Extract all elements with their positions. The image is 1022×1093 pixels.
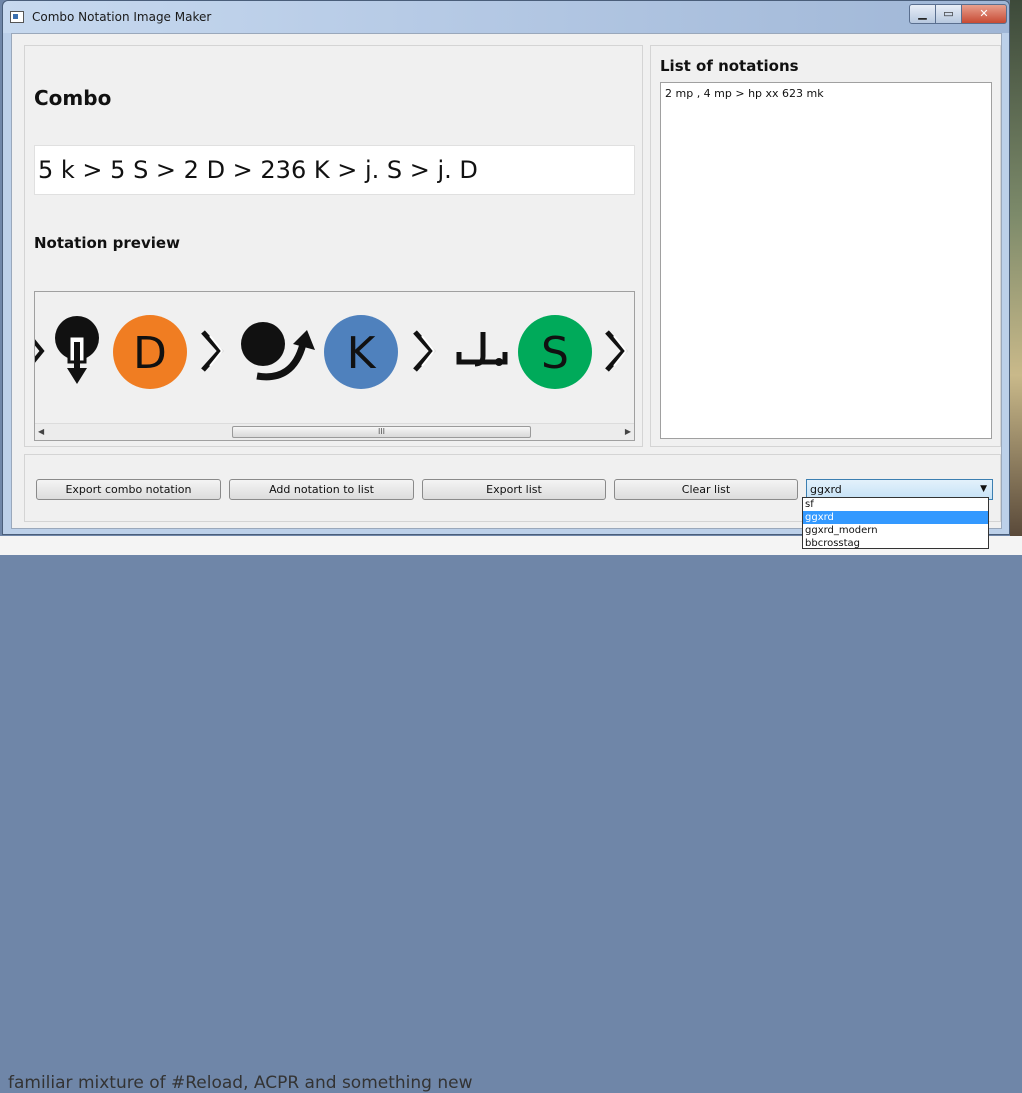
- scroll-right-icon[interactable]: ▶: [625, 427, 631, 436]
- minimize-button[interactable]: ▁: [909, 4, 936, 24]
- preview-heading: Notation preview: [34, 234, 180, 252]
- minimize-icon: ▁: [918, 7, 927, 20]
- k-button-letter: K: [347, 328, 377, 379]
- dropdown-option-ggxrd-modern[interactable]: ggxrd_modern: [803, 524, 988, 537]
- d-button-letter: D: [133, 328, 167, 379]
- background-desktop: [1010, 0, 1022, 536]
- scroll-left-icon[interactable]: ◀: [38, 427, 44, 436]
- chevron-right-icon: [413, 330, 436, 372]
- s-button-letter: S: [541, 328, 569, 379]
- notation-preview[interactable]: D K S ◀ III ▶: [34, 291, 635, 441]
- title-bar[interactable]: Combo Notation Image Maker ▁ ▭ ✕: [3, 1, 1009, 33]
- scrollbar-thumb[interactable]: III: [232, 426, 531, 438]
- down-arrow-stick-icon: [55, 316, 99, 384]
- maximize-icon: ▭: [943, 7, 954, 20]
- app-window: Combo Notation Image Maker ▁ ▭ ✕ Combo 5…: [2, 0, 1010, 535]
- list-item[interactable]: 2 mp , 4 mp > hp xx 623 mk: [665, 87, 824, 100]
- preview-image: D K S: [35, 315, 628, 389]
- add-notation-button[interactable]: Add notation to list: [229, 479, 414, 500]
- notations-list[interactable]: 2 mp , 4 mp > hp xx 623 mk: [660, 82, 992, 439]
- dropdown-option-ggxrd[interactable]: ggxrd: [803, 511, 988, 524]
- chevron-right-icon: [201, 330, 224, 372]
- preview-horizontal-scrollbar[interactable]: ◀ III ▶: [35, 423, 634, 440]
- combo-input[interactable]: 5 k > 5 S > 2 D > 236 K > j. S > j. D: [34, 145, 635, 195]
- dropdown-option-bbcrosstag[interactable]: bbcrosstag: [803, 537, 988, 550]
- export-list-button[interactable]: Export list: [422, 479, 606, 500]
- notations-list-heading: List of notations: [660, 57, 799, 75]
- background-page-text: familiar mixture of #Reload, ACPR and so…: [8, 1073, 473, 1093]
- chevron-right-icon: [35, 339, 45, 363]
- style-dropdown-list[interactable]: sf ggxrd ggxrd_modern bbcrosstag: [802, 497, 989, 549]
- combo-heading: Combo: [34, 86, 112, 110]
- notations-panel: List of notations 2 mp , 4 mp > hp xx 62…: [650, 45, 1001, 447]
- export-combo-button[interactable]: Export combo notation: [36, 479, 221, 500]
- chevron-right-icon: [605, 330, 628, 372]
- jump-icon: [456, 332, 508, 367]
- quarter-circle-forward-icon: [241, 322, 315, 381]
- maximize-button[interactable]: ▭: [935, 4, 962, 24]
- s-button-icon: S: [518, 315, 592, 389]
- style-select-value: ggxrd: [810, 483, 842, 496]
- close-icon: ✕: [979, 7, 989, 20]
- d-button-icon: D: [113, 315, 187, 389]
- window-title: Combo Notation Image Maker: [32, 10, 212, 24]
- k-button-icon: K: [324, 315, 398, 389]
- app-icon: [10, 11, 24, 23]
- combo-panel: Combo 5 k > 5 S > 2 D > 236 K > j. S > j…: [24, 45, 643, 447]
- clear-list-button[interactable]: Clear list: [614, 479, 798, 500]
- preview-image-area: D K S: [35, 292, 634, 423]
- client-area: Combo 5 k > 5 S > 2 D > 236 K > j. S > j…: [11, 33, 1002, 529]
- dropdown-option-sf[interactable]: sf: [803, 498, 988, 511]
- close-button[interactable]: ✕: [961, 4, 1007, 24]
